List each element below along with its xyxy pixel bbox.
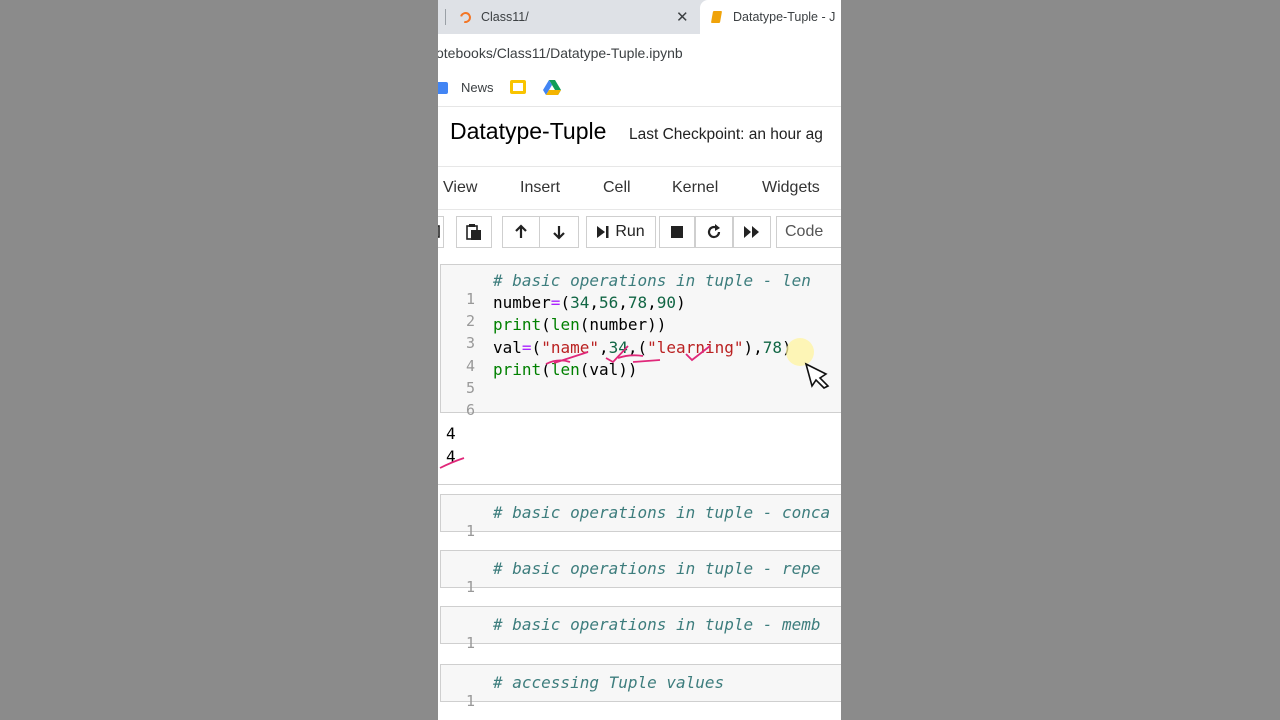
url-text[interactable]: otebooks/Class11/Datatype-Tuple.ipynb (438, 45, 683, 61)
code-line: 1 # basic operations in tuple - repe (441, 559, 841, 596)
code-text: # basic operations in tuple - memb (493, 615, 821, 634)
menu-insert[interactable]: Insert (520, 179, 560, 197)
tab-label: Datatype-Tuple - J (733, 10, 836, 24)
code-cell-membership[interactable]: 1 # basic operations in tuple - memb (440, 606, 841, 652)
stop-icon (671, 226, 683, 238)
move-up-button[interactable] (502, 216, 540, 248)
code-line: 2 number=(34,56,78,90) (441, 293, 841, 330)
code-text: # basic operations in tuple - conca (493, 503, 831, 522)
code-line: 1 # basic operations in tuple - conca (441, 503, 841, 540)
cell-output: 4 (446, 424, 456, 443)
google-drive-icon[interactable] (543, 80, 561, 96)
code-text: val=("name",34,("learning"),78) (493, 338, 792, 357)
code-text: print(len(val)) (493, 360, 638, 379)
bookmarks-bar: News (438, 70, 841, 107)
copy-button[interactable] (438, 216, 444, 248)
code-line: 1 # basic operations in tuple - len (441, 271, 841, 308)
screen-recording-frame: Class11/ ✕ Datatype-Tuple - J otebooks/C… (438, 0, 841, 720)
code-text: number=(34,56,78,90) (493, 293, 686, 312)
cell-output: 4 (446, 447, 456, 466)
run-button[interactable]: Run (586, 216, 656, 248)
address-bar[interactable]: otebooks/Class11/Datatype-Tuple.ipynb (438, 34, 841, 71)
fast-forward-icon (744, 226, 759, 238)
close-icon[interactable]: ✕ (676, 8, 689, 26)
last-checkpoint: Last Checkpoint: an hour ag (629, 126, 823, 143)
code-text: # basic operations in tuple - repe (493, 559, 821, 578)
code-cell-accessing[interactable]: 1 # accessing Tuple values (440, 664, 841, 710)
tab-class11[interactable]: Class11/ (446, 0, 696, 34)
code-text: # accessing Tuple values (493, 673, 725, 692)
google-slides-icon[interactable] (510, 80, 526, 94)
cell-divider (438, 484, 841, 485)
code-line: 1 # accessing Tuple values (441, 673, 841, 710)
line-number: 1 (465, 522, 475, 540)
jupyter-icon (457, 9, 474, 25)
line-number: 6 (465, 401, 475, 419)
browser-tab-bar: Class11/ ✕ Datatype-Tuple - J (438, 0, 841, 34)
code-line: 4 val=("name",34,("learning"),78) (441, 338, 841, 375)
code-cell-concat[interactable]: 1 # basic operations in tuple - conca (440, 494, 841, 540)
line-number: 1 (465, 578, 475, 596)
notebook-icon (710, 11, 723, 23)
menu-bar: View Insert Cell Kernel Widgets (438, 166, 841, 210)
code-cell-len[interactable]: 1 # basic operations in tuple - len 2 nu… (440, 264, 841, 419)
line-number: 1 (465, 692, 475, 710)
arrow-up-icon (515, 224, 527, 238)
tab-datatype-tuple[interactable]: Datatype-Tuple - J (700, 0, 841, 34)
bookmark-news[interactable]: News (461, 80, 494, 95)
line-number: 1 (465, 634, 475, 652)
copy-icon (438, 225, 440, 238)
run-icon (597, 226, 609, 238)
pen-cursor-icon (804, 362, 830, 389)
google-news-icon[interactable] (438, 82, 448, 94)
run-label: Run (615, 223, 645, 240)
code-line: 5 print(len(val)) (441, 360, 841, 397)
menu-kernel[interactable]: Kernel (672, 179, 718, 197)
restart-button[interactable] (695, 216, 733, 248)
menu-widgets[interactable]: Widgets (762, 179, 820, 197)
menu-view[interactable]: View (443, 179, 477, 197)
code-cell-repeat[interactable]: 1 # basic operations in tuple - repe (440, 550, 841, 596)
restart-icon (707, 224, 721, 239)
tab-label: Class11/ (481, 10, 529, 24)
paste-icon (466, 224, 481, 240)
code-text: print(len(number)) (493, 315, 667, 334)
code-line: 6 (441, 382, 841, 419)
code-text: # basic operations in tuple - len (493, 271, 811, 290)
interrupt-button[interactable] (659, 216, 695, 248)
move-down-button[interactable] (539, 216, 579, 248)
code-line: 1 # basic operations in tuple - memb (441, 615, 841, 652)
notebook-title[interactable]: Datatype-Tuple (450, 118, 606, 145)
restart-run-all-button[interactable] (733, 216, 771, 248)
code-line: 3 print(len(number)) (441, 315, 841, 352)
arrow-down-icon (553, 226, 565, 240)
menu-cell[interactable]: Cell (603, 179, 631, 197)
cell-type-select[interactable]: Code (776, 216, 841, 248)
paste-button[interactable] (456, 216, 492, 248)
